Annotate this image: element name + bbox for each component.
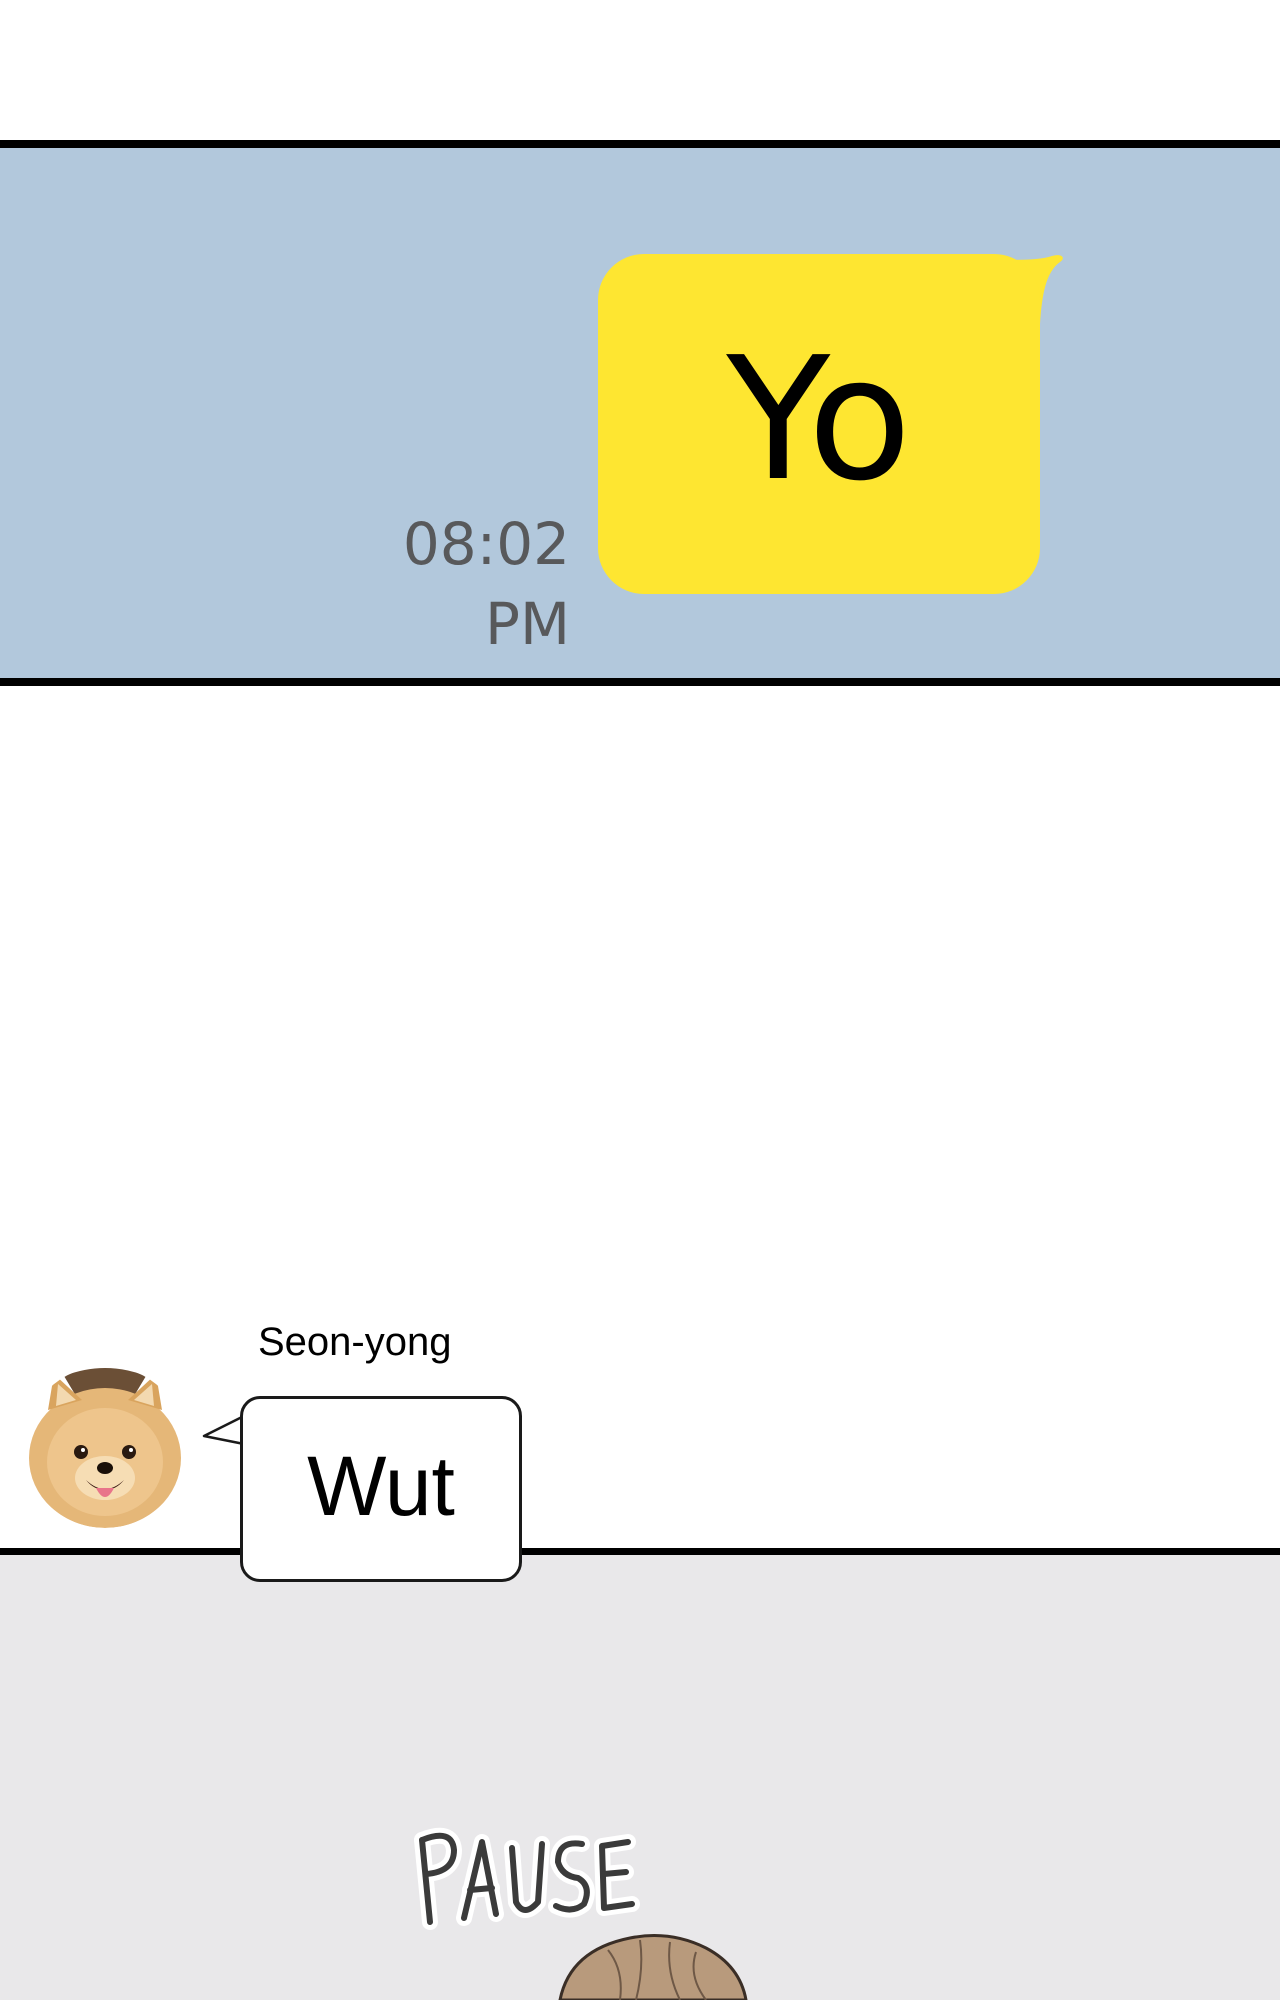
pomeranian-avatar-icon [24,1366,186,1528]
received-message-text: Wut [307,1439,455,1533]
character-head-partial [558,1934,748,2000]
message-timestamp: 08:02 PM [402,510,570,658]
sent-message-text: Yo [726,321,912,519]
sender-name: Seon-yong [258,1320,452,1364]
